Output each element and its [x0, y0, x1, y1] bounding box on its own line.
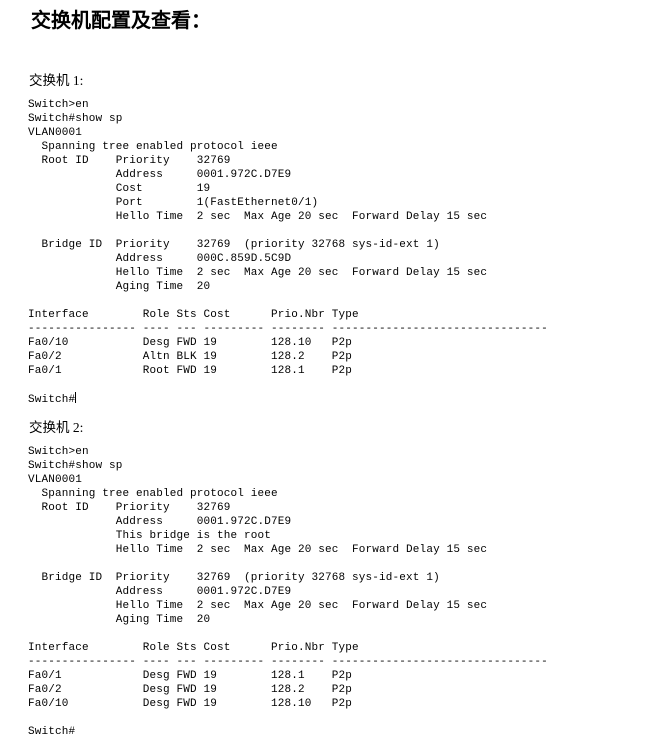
title-spacer: [0, 34, 646, 72]
terminal-line: Switch#show sp: [28, 460, 123, 472]
terminal-line: Switch#show sp: [28, 113, 123, 125]
terminal-line: This bridge is the root: [28, 530, 272, 542]
terminal-line: Fa0/1 Root FWD 19 128.1 P2p: [28, 365, 353, 377]
terminal-line: VLAN0001: [28, 474, 83, 486]
terminal-line: Fa0/2 Desg FWD 19 128.2 P2p: [28, 684, 353, 696]
terminal-line: Spanning tree enabled protocol ieee: [28, 488, 278, 500]
terminal-line: Bridge ID Priority 32769 (priority 32768…: [28, 239, 440, 251]
terminal-line: Switch#: [28, 392, 77, 406]
terminal-line: ---------------- ---- --- --------- ----…: [28, 656, 548, 668]
terminal-line: Root ID Priority 32769: [28, 502, 231, 514]
terminal-line: Fa0/2 Altn BLK 19 128.2 P2p: [28, 351, 353, 363]
section-label-switch-2: 交换机 2:: [29, 420, 84, 435]
label-terminal-gap: [0, 90, 646, 98]
terminal-line: Address 0001.972C.D7E9: [28, 169, 292, 181]
terminal-line: Bridge ID Priority 32769 (priority 32768…: [28, 572, 440, 584]
terminal-line: Address 0001.972C.D7E9: [28, 516, 292, 528]
terminal-line: Root ID Priority 32769: [28, 155, 231, 167]
terminal-line: Fa0/10 Desg FWD 19 128.10 P2p: [28, 698, 353, 710]
terminal-line: Address 000C.859D.5C9D: [28, 253, 292, 265]
page-title: 交换机配置及查看：: [31, 10, 211, 32]
terminal-line: Switch>en: [28, 99, 89, 111]
terminal-line: Interface Role Sts Cost Prio.Nbr Type: [28, 642, 359, 654]
document-page: 交换机配置及查看： 交换机 1: Switch>en Switch#show sp…: [0, 0, 646, 739]
section-switch-2: 交换机 2: Switch>en Switch#show sp VLAN0001 S…: [0, 419, 646, 739]
terminal-line: Interface Role Sts Cost Prio.Nbr Type: [28, 309, 359, 321]
terminal-line: Cost 19: [28, 183, 211, 195]
label-terminal-gap-2: [0, 437, 646, 445]
terminal-line: Fa0/10 Desg FWD 19 128.10 P2p: [28, 337, 353, 349]
terminal-line: Aging Time 20: [28, 281, 211, 293]
terminal-line: Fa0/1 Desg FWD 19 128.1 P2p: [28, 670, 353, 682]
terminal-line: Aging Time 20: [28, 614, 211, 626]
text-cursor: [75, 392, 77, 403]
terminal-line: Hello Time 2 sec Max Age 20 sec Forward …: [28, 267, 488, 279]
terminal-output-switch-1[interactable]: Switch>en Switch#show sp VLAN0001 Spanning…: [0, 98, 646, 407]
terminal-line: Hello Time 2 sec Max Age 20 sec Forward …: [28, 600, 488, 612]
terminal-line: Address 0001.972C.D7E9: [28, 586, 292, 598]
section-switch-1: 交换机 1: Switch>en Switch#show sp VLAN0001 S…: [0, 72, 646, 407]
terminal-line: Port 1(FastEthernet0/1): [28, 197, 319, 209]
section-label-switch-1: 交换机 1:: [29, 73, 84, 88]
terminal-line: VLAN0001: [28, 127, 83, 139]
terminal-line: Hello Time 2 sec Max Age 20 sec Forward …: [28, 544, 488, 556]
terminal-line: ---------------- ---- --- --------- ----…: [28, 323, 548, 335]
terminal-output-switch-2[interactable]: Switch>en Switch#show sp VLAN0001 Spanning…: [0, 445, 646, 739]
terminal-line: Switch>en: [28, 446, 89, 458]
terminal-line: Hello Time 2 sec Max Age 20 sec Forward …: [28, 211, 488, 223]
terminal-line: Spanning tree enabled protocol ieee: [28, 141, 278, 153]
terminal-line: Switch#: [28, 726, 76, 738]
